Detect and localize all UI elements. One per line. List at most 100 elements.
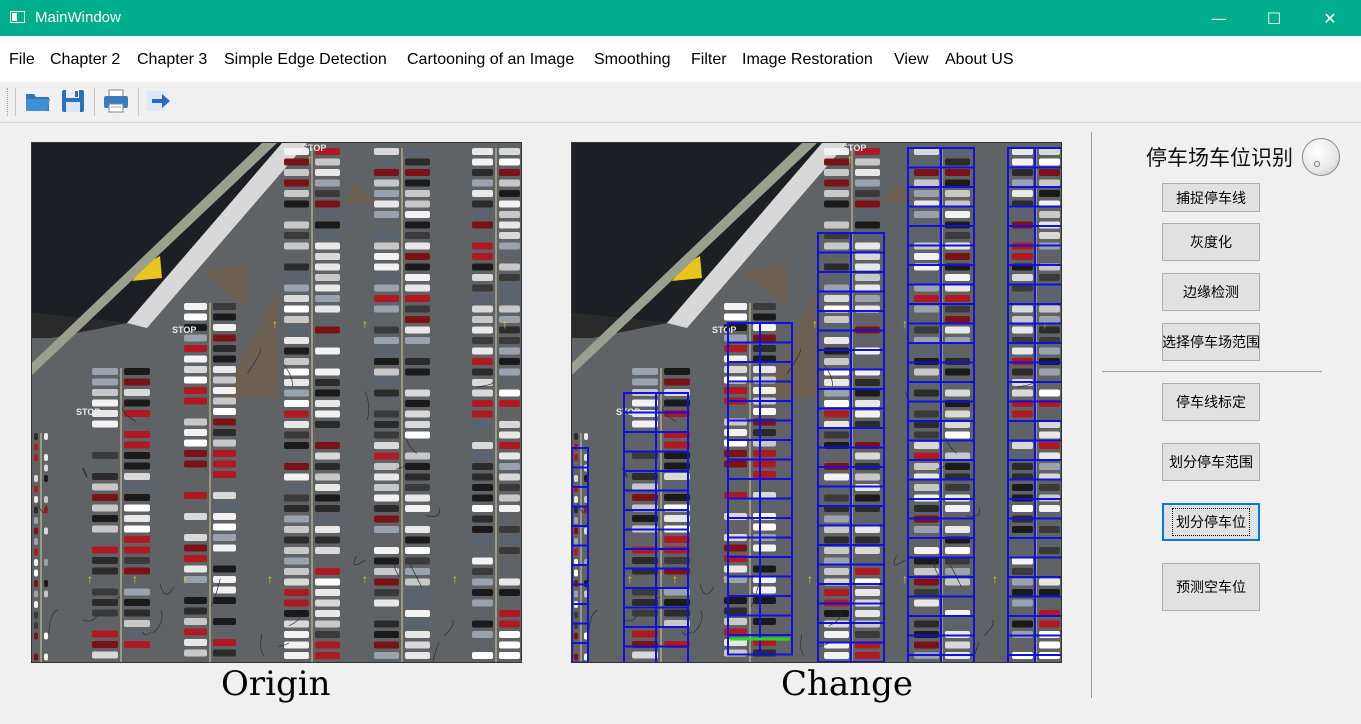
car: [945, 484, 970, 491]
save-icon[interactable]: [58, 86, 88, 116]
parking-space-box: [850, 661, 885, 662]
car: [124, 483, 150, 491]
car: [374, 515, 399, 523]
car: [1039, 305, 1060, 313]
car: [315, 452, 340, 460]
car: [374, 305, 399, 313]
car: [753, 597, 776, 604]
car: [284, 494, 309, 502]
button-label: 预测空车位: [1176, 580, 1246, 596]
car: [1039, 463, 1060, 470]
car: [1012, 211, 1033, 218]
dial-knob[interactable]: [1302, 138, 1340, 176]
divide-parking-range-button[interactable]: 划分停车范围: [1162, 443, 1260, 481]
stop-marking: STOP: [302, 143, 326, 153]
menu-file[interactable]: File: [9, 51, 35, 69]
car: [574, 632, 578, 640]
car: [124, 431, 150, 438]
car: [44, 559, 48, 566]
car: [405, 232, 430, 239]
car: [315, 463, 340, 470]
car: [855, 547, 880, 554]
car: [574, 433, 578, 440]
car: [124, 620, 150, 627]
car: [284, 200, 309, 208]
car: [284, 263, 309, 271]
toolbar-grip[interactable]: [7, 88, 10, 116]
car: [574, 475, 578, 482]
car: [753, 565, 776, 573]
car: [184, 544, 207, 552]
open-folder-icon[interactable]: [23, 86, 53, 116]
divide-spaces-button[interactable]: 划分停车位: [1162, 503, 1260, 541]
car: [34, 527, 38, 535]
car: [374, 578, 399, 586]
car: [124, 641, 150, 648]
car: [315, 536, 340, 544]
print-icon[interactable]: [101, 86, 131, 116]
car: [1039, 578, 1060, 586]
predict-empty-spaces-button[interactable]: 预测空车位: [1162, 563, 1260, 611]
car: [315, 284, 340, 292]
yellow-arrow: ↑: [992, 572, 998, 586]
car: [92, 389, 118, 396]
minimize-button[interactable]: —: [1191, 0, 1247, 36]
edge-detect-button[interactable]: 边缘检测: [1162, 273, 1260, 311]
car: [914, 526, 939, 533]
car: [405, 274, 430, 281]
car: [945, 568, 970, 575]
car: [472, 400, 493, 407]
menu-chapter-2[interactable]: Chapter 2: [50, 51, 120, 69]
car: [405, 263, 430, 271]
car: [405, 431, 430, 439]
car: [405, 536, 430, 544]
maximize-button[interactable]: ☐: [1246, 0, 1302, 36]
car: [499, 337, 520, 344]
app-window-icon: [10, 11, 25, 23]
car: [92, 567, 118, 575]
menu-filter[interactable]: Filter: [691, 51, 727, 69]
car: [855, 410, 880, 418]
car: [374, 526, 399, 533]
car: [315, 232, 340, 239]
car: [374, 211, 399, 218]
car: [914, 410, 939, 418]
car: [824, 295, 849, 302]
car: [1012, 589, 1033, 596]
car: [499, 473, 520, 481]
car: [1012, 452, 1033, 460]
car: [914, 305, 939, 313]
calibrate-lines-button[interactable]: 停车线标定: [1162, 383, 1260, 421]
car: [632, 515, 658, 522]
car: [499, 421, 520, 428]
menu-cartooning[interactable]: Cartooning of an Image: [407, 51, 574, 69]
menu-smoothing[interactable]: Smoothing: [594, 51, 671, 69]
select-lot-range-button[interactable]: 选择停车场范围: [1162, 323, 1260, 361]
car: [499, 358, 520, 365]
arrow-right-icon[interactable]: [144, 86, 174, 116]
menu-chapter-3[interactable]: Chapter 3: [137, 51, 207, 69]
stop-marking: STOP: [172, 325, 196, 335]
car: [632, 399, 658, 407]
car: [824, 421, 849, 428]
car: [374, 242, 399, 250]
close-button[interactable]: ✕: [1302, 0, 1358, 36]
car: [124, 588, 150, 596]
car: [405, 221, 430, 229]
car: [824, 652, 849, 659]
capture-lines-button[interactable]: 捕捉停车线: [1162, 183, 1260, 212]
menu-view[interactable]: View: [894, 51, 928, 69]
car: [284, 337, 309, 344]
car: [574, 548, 578, 556]
menu-image-restoration[interactable]: Image Restoration: [742, 51, 873, 69]
car: [213, 534, 236, 541]
car: [374, 295, 399, 302]
grayscale-button[interactable]: 灰度化: [1162, 223, 1260, 261]
car: [824, 263, 849, 271]
menu-about-us[interactable]: About US: [945, 51, 1013, 69]
car: [499, 547, 520, 554]
car: [44, 611, 48, 619]
car: [499, 620, 520, 628]
car: [374, 557, 399, 565]
menu-simple-edge-detection[interactable]: Simple Edge Detection: [224, 51, 387, 69]
